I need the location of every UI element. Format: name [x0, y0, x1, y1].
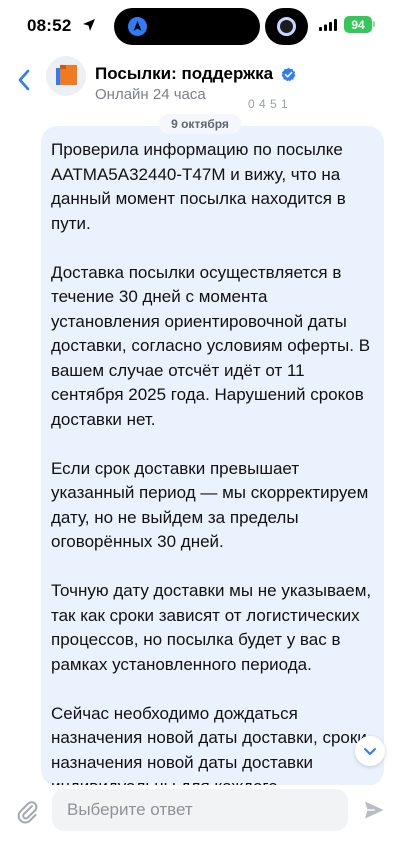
chevron-down-icon: [364, 747, 376, 755]
avatar[interactable]: [46, 56, 86, 96]
status-bar: 08:52 94: [0, 0, 400, 52]
message-paragraph: Проверила информацию по посылке AATMA5A3…: [51, 140, 346, 233]
answer-choice-field[interactable]: Выберите ответ: [52, 789, 348, 831]
parcel-logo-icon: [56, 65, 77, 85]
chat-title: Посылки: поддержка: [95, 64, 274, 83]
send-icon[interactable]: [363, 799, 385, 821]
message-paragraph: Доставка посылки осуществляется в течени…: [51, 262, 371, 429]
battery-cap: [373, 21, 375, 27]
paperclip-icon[interactable]: [15, 799, 41, 825]
verified-icon: [281, 67, 296, 81]
date-separator: 9 октября: [159, 114, 241, 134]
location-arrow-icon: [83, 19, 95, 31]
message-bubble[interactable]: Проверила информацию по посылке AATMA5A3…: [41, 126, 384, 786]
battery-indicator: 94: [344, 16, 372, 33]
signal-icon: [319, 19, 337, 31]
scroll-down-button[interactable]: [355, 736, 385, 766]
activity-ring-icon: [277, 17, 296, 36]
back-button[interactable]: [12, 66, 36, 94]
message-paragraph: Сейчас необходимо дождаться назначения н…: [51, 703, 367, 787]
dynamic-island-navigation[interactable]: [114, 8, 260, 45]
back-chevron-icon: [18, 69, 30, 91]
dynamic-island-activity[interactable]: [265, 8, 308, 45]
chat-header: Посылки: поддержка Онлайн 24 часа: [0, 52, 400, 108]
message-paragraph: Если срок доставки превышает указанный п…: [51, 458, 369, 552]
input-bar: Выберите ответ: [0, 785, 400, 867]
battery-percent: 94: [351, 17, 365, 32]
message-paragraph: Точную дату доставки мы не указываем, та…: [51, 581, 372, 674]
previous-message-time-partial: 0 4 5 1: [248, 97, 289, 111]
navigation-icon: [128, 17, 147, 36]
status-time: 08:52: [27, 16, 72, 35]
